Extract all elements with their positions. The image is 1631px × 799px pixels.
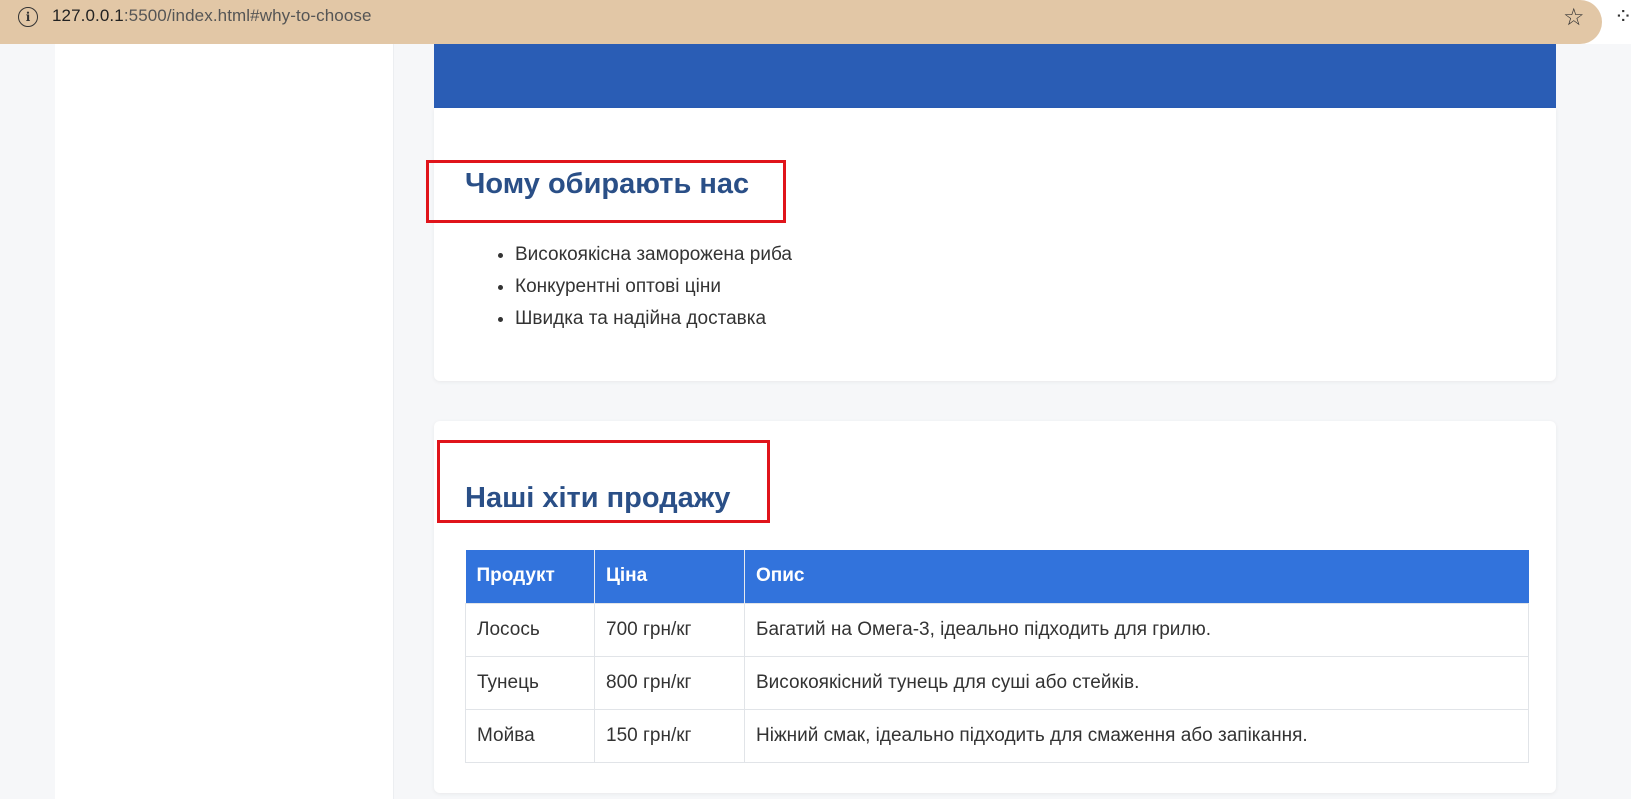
cell-description: Високоякісний тунець для суші або стейкі… <box>744 655 1529 710</box>
browser-toolbar: i 127.0.0.1:5500/index.html#why-to-choos… <box>0 0 1631 44</box>
column-header-description: Опис <box>744 550 1529 603</box>
extensions-icon[interactable]: ⁘ <box>1614 4 1631 30</box>
cell-description: Багатий на Омега-3, ідеально підходить д… <box>744 602 1529 657</box>
cell-product: Мойва <box>465 708 595 763</box>
url-host: 127.0.0.1 <box>52 6 124 25</box>
sidebar <box>55 44 394 799</box>
hits-title: Наші хіти продажу <box>465 482 731 514</box>
features-list: Високоякісна заморожена риба Конкурентні… <box>515 239 792 335</box>
products-table: Продукт Ціна Опис Лосось 700 грн/кг Бага… <box>465 550 1529 763</box>
list-item: Конкурентні оптові ціни <box>515 271 792 303</box>
bookmark-star-icon[interactable]: ☆ <box>1563 3 1585 32</box>
cell-product: Лосось <box>465 602 595 657</box>
cell-price: 800 грн/кг <box>594 655 745 710</box>
table-row: Мойва 150 грн/кг Ніжний смак, ідеально п… <box>465 708 1529 763</box>
cell-product: Тунець <box>465 655 595 710</box>
hero-banner <box>434 44 1556 108</box>
why-title: Чому обирають нас <box>465 168 750 200</box>
table-header-row: Продукт Ціна Опис <box>465 550 1529 603</box>
list-item: Високоякісна заморожена риба <box>515 239 792 271</box>
cell-description: Ніжний смак, ідеально підходить для смаж… <box>744 708 1529 763</box>
column-header-price: Ціна <box>594 550 745 603</box>
site-info-icon[interactable]: i <box>18 7 38 27</box>
column-header-product: Продукт <box>465 550 595 603</box>
address-bar[interactable]: i 127.0.0.1:5500/index.html#why-to-choos… <box>0 0 1602 44</box>
table-row: Тунець 800 грн/кг Високоякісний тунець д… <box>465 655 1529 710</box>
url-text[interactable]: 127.0.0.1:5500/index.html#why-to-choose <box>52 6 372 26</box>
url-path: :5500/index.html#why-to-choose <box>123 6 372 25</box>
list-item: Швидка та надійна доставка <box>515 303 792 335</box>
cell-price: 700 грн/кг <box>594 602 745 657</box>
cell-price: 150 грн/кг <box>594 708 745 763</box>
table-row: Лосось 700 грн/кг Багатий на Омега-3, ід… <box>465 602 1529 657</box>
